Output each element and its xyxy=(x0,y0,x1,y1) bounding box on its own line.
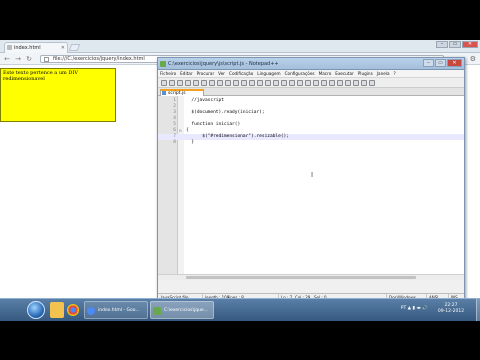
close-tab-icon[interactable]: ✕ xyxy=(61,43,65,53)
zoom-out-icon[interactable] xyxy=(281,80,287,86)
code-editor[interactable]: 1 //javascript 2 3 $(document).ready(ini… xyxy=(158,96,464,280)
undo-icon[interactable] xyxy=(241,80,247,86)
menu-janela[interactable]: Janela xyxy=(377,70,390,77)
forward-arrow-icon[interactable]: → xyxy=(14,55,22,63)
doc-map-icon[interactable] xyxy=(329,80,335,86)
clock[interactable]: 22:27 09-12-2012 xyxy=(434,303,468,315)
taskbar-button-chrome[interactable]: index.html - Goo... xyxy=(84,301,148,319)
tray-icons[interactable]: PT ▲ ▮ ◂▸ 🔊 xyxy=(401,306,428,311)
chrome-icon xyxy=(87,307,95,315)
zoom-in-icon[interactable] xyxy=(273,80,279,86)
browser-tab-strip: index.html ✕ – ▭ ✕ xyxy=(0,40,480,53)
code-line: 8 } xyxy=(158,140,464,146)
notepadpp-title: C:\exercicios\jquery\js\script.js - Note… xyxy=(168,61,279,67)
menu-procurar[interactable]: Procurar xyxy=(197,70,215,77)
npp-close-button[interactable]: ✕ xyxy=(447,59,462,67)
close-window-button[interactable]: ✕ xyxy=(462,41,478,48)
system-tray: PT ▲ ▮ ◂▸ 🔊 22:27 09-12-2012 xyxy=(364,301,474,319)
page-favicon-icon xyxy=(7,45,12,50)
reload-icon[interactable]: ↻ xyxy=(25,55,33,63)
menu-plugins[interactable]: Plugins xyxy=(358,70,373,77)
notepadpp-app-icon xyxy=(160,61,166,67)
menu-linguagem[interactable]: Linguagem xyxy=(257,70,280,77)
minimize-button[interactable]: – xyxy=(436,41,448,48)
line-number: 8 xyxy=(173,140,176,145)
show-all-chars-icon[interactable] xyxy=(313,80,319,86)
notepadpp-menubar: Ficheiro Editar Procurar Ver Codificação… xyxy=(158,70,464,78)
cut-icon[interactable] xyxy=(217,80,223,86)
letterbox-top xyxy=(0,0,480,40)
notepadpp-toolbar xyxy=(158,78,464,88)
copy-icon[interactable] xyxy=(225,80,231,86)
find-icon[interactable] xyxy=(257,80,263,86)
close-file-icon[interactable] xyxy=(193,80,199,86)
print-icon[interactable] xyxy=(209,80,215,86)
clock-date: 09-12-2012 xyxy=(437,309,465,314)
sync-h-icon[interactable] xyxy=(297,80,303,86)
horizontal-scrollbar[interactable] xyxy=(158,274,464,280)
close-all-icon[interactable] xyxy=(201,80,207,86)
open-file-icon[interactable] xyxy=(169,80,175,86)
notepadpp-titlebar[interactable]: C:\exercicios\jquery\js\script.js - Note… xyxy=(158,58,464,70)
redo-icon[interactable] xyxy=(249,80,255,86)
browser-window-controls: – ▭ ✕ xyxy=(435,41,478,48)
npp-maximize-button[interactable]: ▭ xyxy=(435,59,446,67)
npp-minimize-button[interactable]: – xyxy=(423,59,434,67)
notepadpp-window-controls: – ▭ ✕ xyxy=(422,59,462,67)
replace-icon[interactable] xyxy=(265,80,271,86)
taskbar-button-label: index.html - Goo... xyxy=(98,308,140,313)
save-icon[interactable] xyxy=(177,80,183,86)
language-indicator[interactable]: PT xyxy=(401,306,406,311)
menu-ficheiro[interactable]: Ficheiro xyxy=(160,70,176,77)
save-all-icon[interactable] xyxy=(185,80,191,86)
taskbar: index.html - Goo... C:\exercicios\jque..… xyxy=(0,298,480,321)
run-macro-icon[interactable] xyxy=(361,80,367,86)
resizable-div[interactable]: Este texto pertence a um DIV redimension… xyxy=(0,68,116,122)
tray-arrow-icon[interactable]: ▲ ▮ ◂▸ 🔊 xyxy=(408,306,428,311)
menu-codificacao[interactable]: Codificação xyxy=(229,70,253,77)
browser-tab-title: index.html xyxy=(14,45,41,51)
explorer-folder-icon[interactable] xyxy=(50,302,64,318)
notepadpp-window: C:\exercicios\jquery\js\script.js - Note… xyxy=(157,57,465,302)
text-cursor-icon: I xyxy=(311,171,314,179)
notepadpp-tab-bar: script.js xyxy=(158,88,464,97)
menu-configuracoes[interactable]: Configurações xyxy=(285,70,315,77)
new-tab-button[interactable] xyxy=(68,44,81,51)
menu-ver[interactable]: Ver xyxy=(218,70,225,77)
show-desktop-button[interactable] xyxy=(476,299,480,321)
back-arrow-icon[interactable]: ← xyxy=(3,55,11,63)
word-wrap-icon[interactable] xyxy=(305,80,311,86)
address-bar-url: file:///C:/exercicios/jquery/index.html xyxy=(53,56,145,62)
chrome-pinned-icon[interactable] xyxy=(67,304,79,316)
save-macro-icon[interactable] xyxy=(369,80,375,86)
menu-editar[interactable]: Editar xyxy=(180,70,192,77)
browser-tab[interactable]: index.html ✕ xyxy=(4,42,68,53)
stop-macro-icon[interactable] xyxy=(345,80,351,86)
play-macro-icon[interactable] xyxy=(353,80,359,86)
indent-guide-icon[interactable] xyxy=(321,80,327,86)
sync-v-icon[interactable] xyxy=(289,80,295,86)
resizable-div-text: Este texto pertence a um DIV redimension… xyxy=(3,70,78,82)
file-saved-icon xyxy=(162,91,166,95)
scrollbar-thumb[interactable] xyxy=(186,276,416,279)
taskbar-button-notepadpp[interactable]: C:\exercicios\jque... xyxy=(150,301,214,319)
wrench-menu-icon[interactable]: ⚙ xyxy=(470,55,476,63)
letterbox-bottom xyxy=(0,321,480,360)
line-code: } xyxy=(186,140,195,145)
paste-icon[interactable] xyxy=(233,80,239,86)
menu-macro[interactable]: Macro xyxy=(319,70,332,77)
menu-help[interactable]: ? xyxy=(394,70,396,77)
notepadpp-icon xyxy=(153,307,161,315)
new-file-icon[interactable] xyxy=(161,80,167,86)
record-macro-icon[interactable] xyxy=(337,80,343,86)
menu-executar[interactable]: Executar xyxy=(335,70,353,77)
start-button[interactable] xyxy=(27,301,45,319)
taskbar-button-label: C:\exercicios\jque... xyxy=(164,308,208,313)
page-icon xyxy=(44,57,49,62)
maximize-button[interactable]: ▭ xyxy=(449,41,461,48)
